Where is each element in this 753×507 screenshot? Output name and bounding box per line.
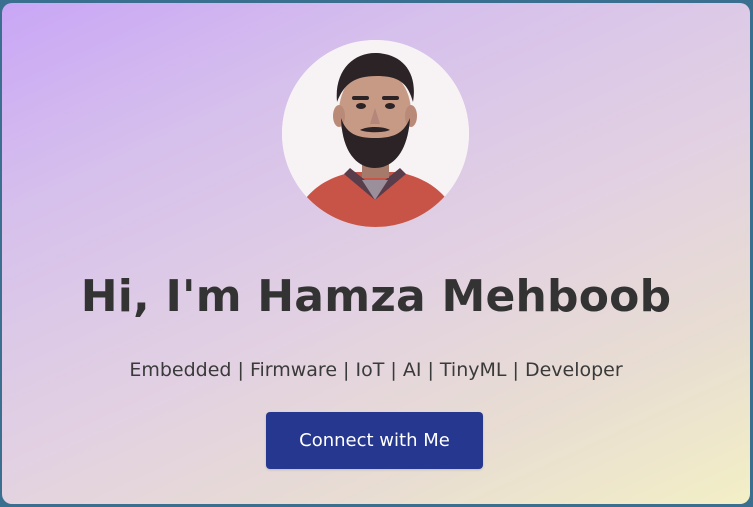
profile-photo (282, 40, 469, 227)
connect-button[interactable]: Connect with Me (266, 412, 483, 469)
page-title: Hi, I'm Hamza Mehboob (80, 271, 672, 322)
profile-avatar (282, 40, 469, 227)
tagline: Embedded | Firmware | IoT | AI | TinyML … (129, 359, 623, 381)
hero-card: Hi, I'm Hamza Mehboob Embedded | Firmwar… (2, 3, 750, 504)
